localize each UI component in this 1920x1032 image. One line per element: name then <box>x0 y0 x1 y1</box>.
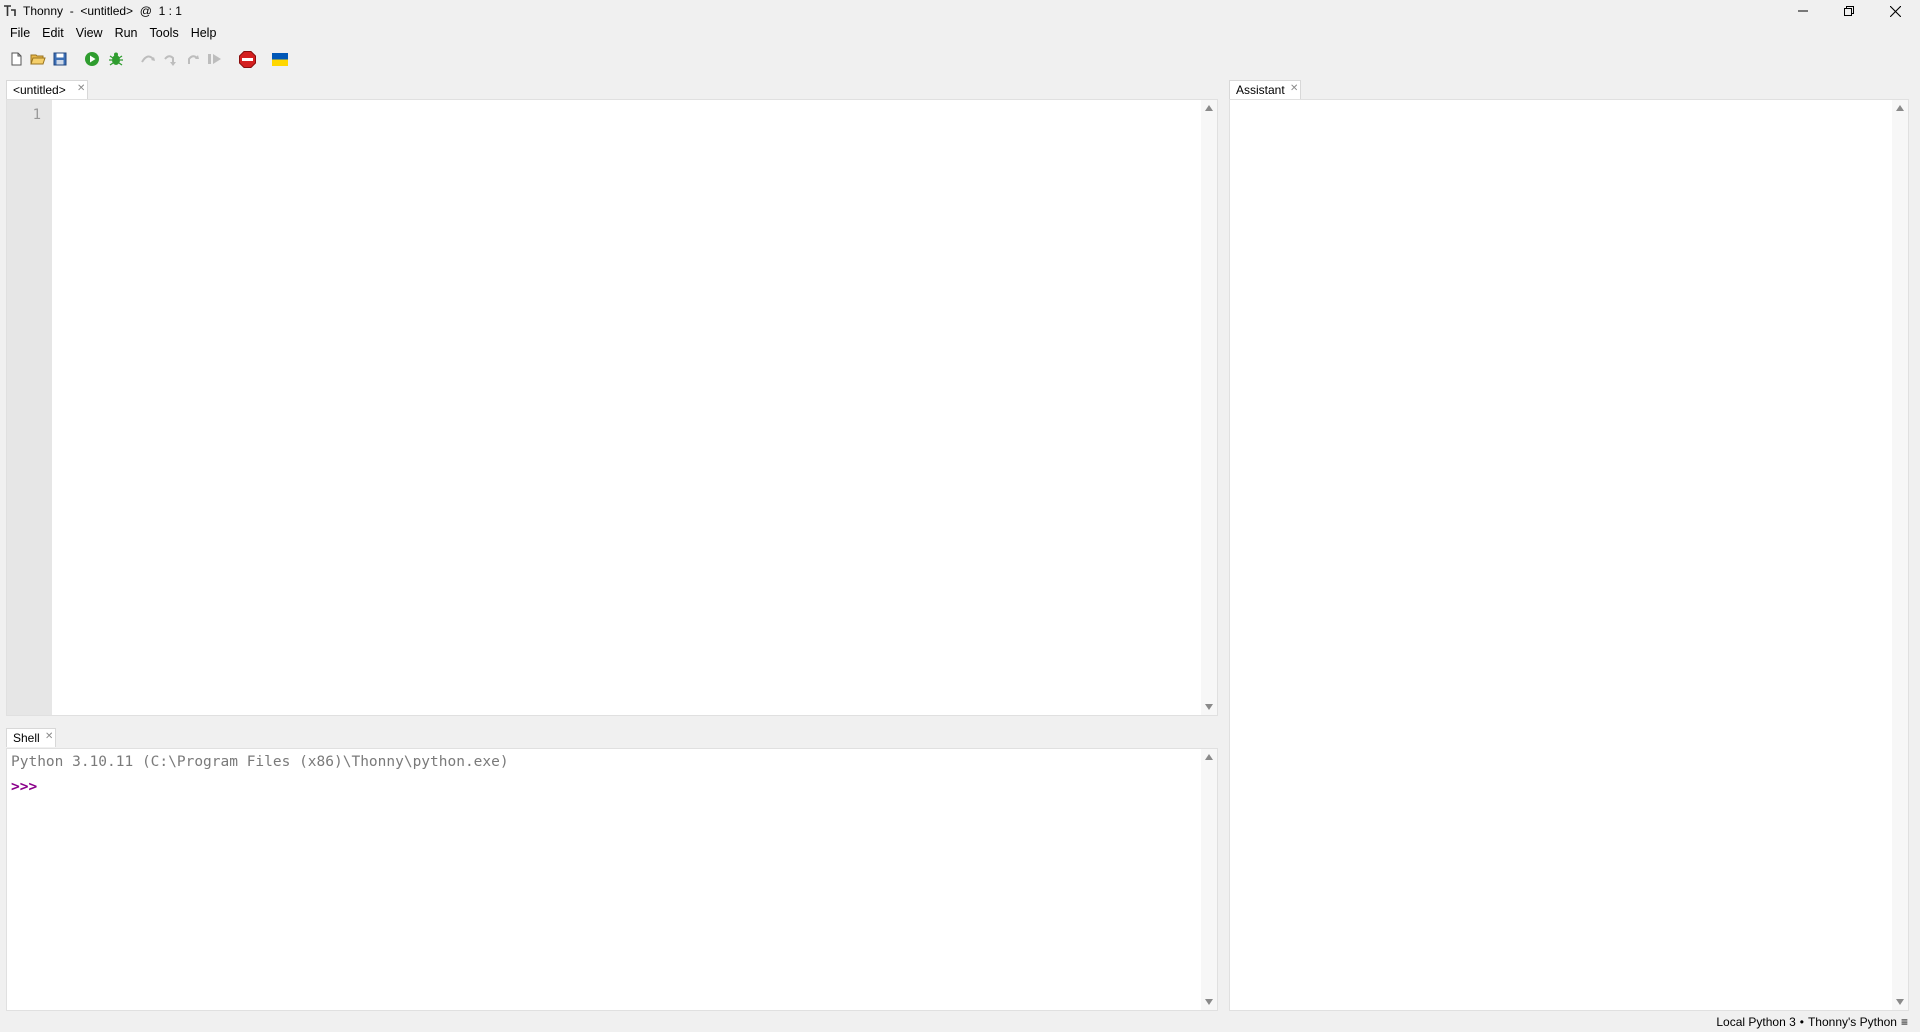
stop-button[interactable] <box>238 50 256 68</box>
support-ukraine-button[interactable] <box>271 50 289 68</box>
step-out-button[interactable] <box>184 50 202 68</box>
menu-edit[interactable]: Edit <box>36 22 70 44</box>
tab-untitled[interactable]: <untitled> ✕ <box>6 80 88 99</box>
tab-close-icon[interactable]: ✕ <box>77 83 85 94</box>
shell-banner: Python 3.10.11 (C:\Program Files (x86)\T… <box>11 754 509 770</box>
tab-shell[interactable]: Shell ✕ <box>6 728 56 747</box>
step-into-button[interactable] <box>162 50 180 68</box>
tab-assistant[interactable]: Assistant ✕ <box>1229 80 1301 99</box>
hamburger-menu-icon[interactable]: ≡ <box>1901 1015 1908 1029</box>
interpreter-label: Local Python 3 <box>1716 1015 1796 1029</box>
menu-help[interactable]: Help <box>185 22 223 44</box>
step-over-icon <box>141 55 155 63</box>
new-file-button[interactable] <box>7 50 25 68</box>
assistant-vertical-scrollbar[interactable] <box>1892 100 1908 1010</box>
title-bar: Thonny - <untitled> @ 1 : 1 <box>0 0 1920 22</box>
backend-label: Thonny's Python <box>1807 1015 1897 1029</box>
scroll-down-icon[interactable] <box>1896 999 1904 1005</box>
menu-tools[interactable]: Tools <box>144 22 185 44</box>
minimize-icon <box>1798 10 1808 12</box>
resume-button[interactable] <box>206 50 224 68</box>
code-editor[interactable]: 1 <box>6 99 1218 716</box>
step-into-icon <box>164 55 176 66</box>
interpreter-selector[interactable]: Local Python 3 • Thonny's Python ≡ <box>1716 1015 1908 1029</box>
shell-prompt: >>> <box>11 779 38 795</box>
menu-file[interactable]: File <box>4 22 36 44</box>
tab-close-icon[interactable]: ✕ <box>45 731 53 742</box>
stop-icon <box>238 50 256 68</box>
step-over-button[interactable] <box>139 50 157 68</box>
debug-button[interactable] <box>107 50 125 68</box>
ukraine-flag-icon <box>272 52 288 66</box>
scroll-down-icon[interactable] <box>1205 999 1213 1005</box>
menu-run[interactable]: Run <box>109 22 144 44</box>
debug-icon <box>109 52 123 66</box>
menu-bar: File Edit View Run Tools Help <box>0 22 222 44</box>
close-button[interactable] <box>1872 0 1918 22</box>
restore-button[interactable] <box>1826 0 1872 22</box>
open-file-button[interactable] <box>29 50 47 68</box>
line-number-gutter: 1 <box>7 100 52 715</box>
thonny-app-icon <box>4 5 16 16</box>
window-title: Thonny - <untitled> @ 1 : 1 <box>23 4 182 18</box>
run-icon <box>85 52 99 66</box>
tab-shell-label: Shell <box>13 731 40 745</box>
run-button[interactable] <box>83 50 101 68</box>
toolbar <box>0 47 400 71</box>
shell-vertical-scrollbar[interactable] <box>1201 749 1217 1010</box>
scroll-up-icon[interactable] <box>1896 105 1904 111</box>
status-separator: • <box>1799 1015 1804 1029</box>
scroll-down-icon[interactable] <box>1205 704 1213 710</box>
open-file-icon <box>30 54 46 65</box>
thonny-window: Thonny - <untitled> @ 1 : 1 File Edit Vi… <box>0 0 1920 1032</box>
menu-view[interactable]: View <box>70 22 109 44</box>
scroll-up-icon[interactable] <box>1205 105 1213 111</box>
scroll-up-icon[interactable] <box>1205 754 1213 760</box>
status-bar: Local Python 3 • Thonny's Python ≡ <box>0 1012 1920 1032</box>
close-icon <box>1889 5 1901 17</box>
line-number: 1 <box>32 107 41 123</box>
editor-vertical-scrollbar[interactable] <box>1201 100 1217 715</box>
tab-close-icon[interactable]: ✕ <box>1290 83 1298 94</box>
minimize-button[interactable] <box>1780 0 1826 22</box>
step-out-icon <box>188 55 199 64</box>
new-file-icon <box>11 52 22 66</box>
python-shell[interactable]: Python 3.10.11 (C:\Program Files (x86)\T… <box>6 748 1218 1011</box>
tab-untitled-label: <untitled> <box>13 83 66 97</box>
restore-icon <box>1844 6 1854 16</box>
resume-icon <box>208 54 221 64</box>
assistant-panel <box>1229 99 1909 1011</box>
save-file-icon <box>53 52 67 66</box>
save-file-button[interactable] <box>51 50 69 68</box>
tab-assistant-label: Assistant <box>1236 83 1285 97</box>
